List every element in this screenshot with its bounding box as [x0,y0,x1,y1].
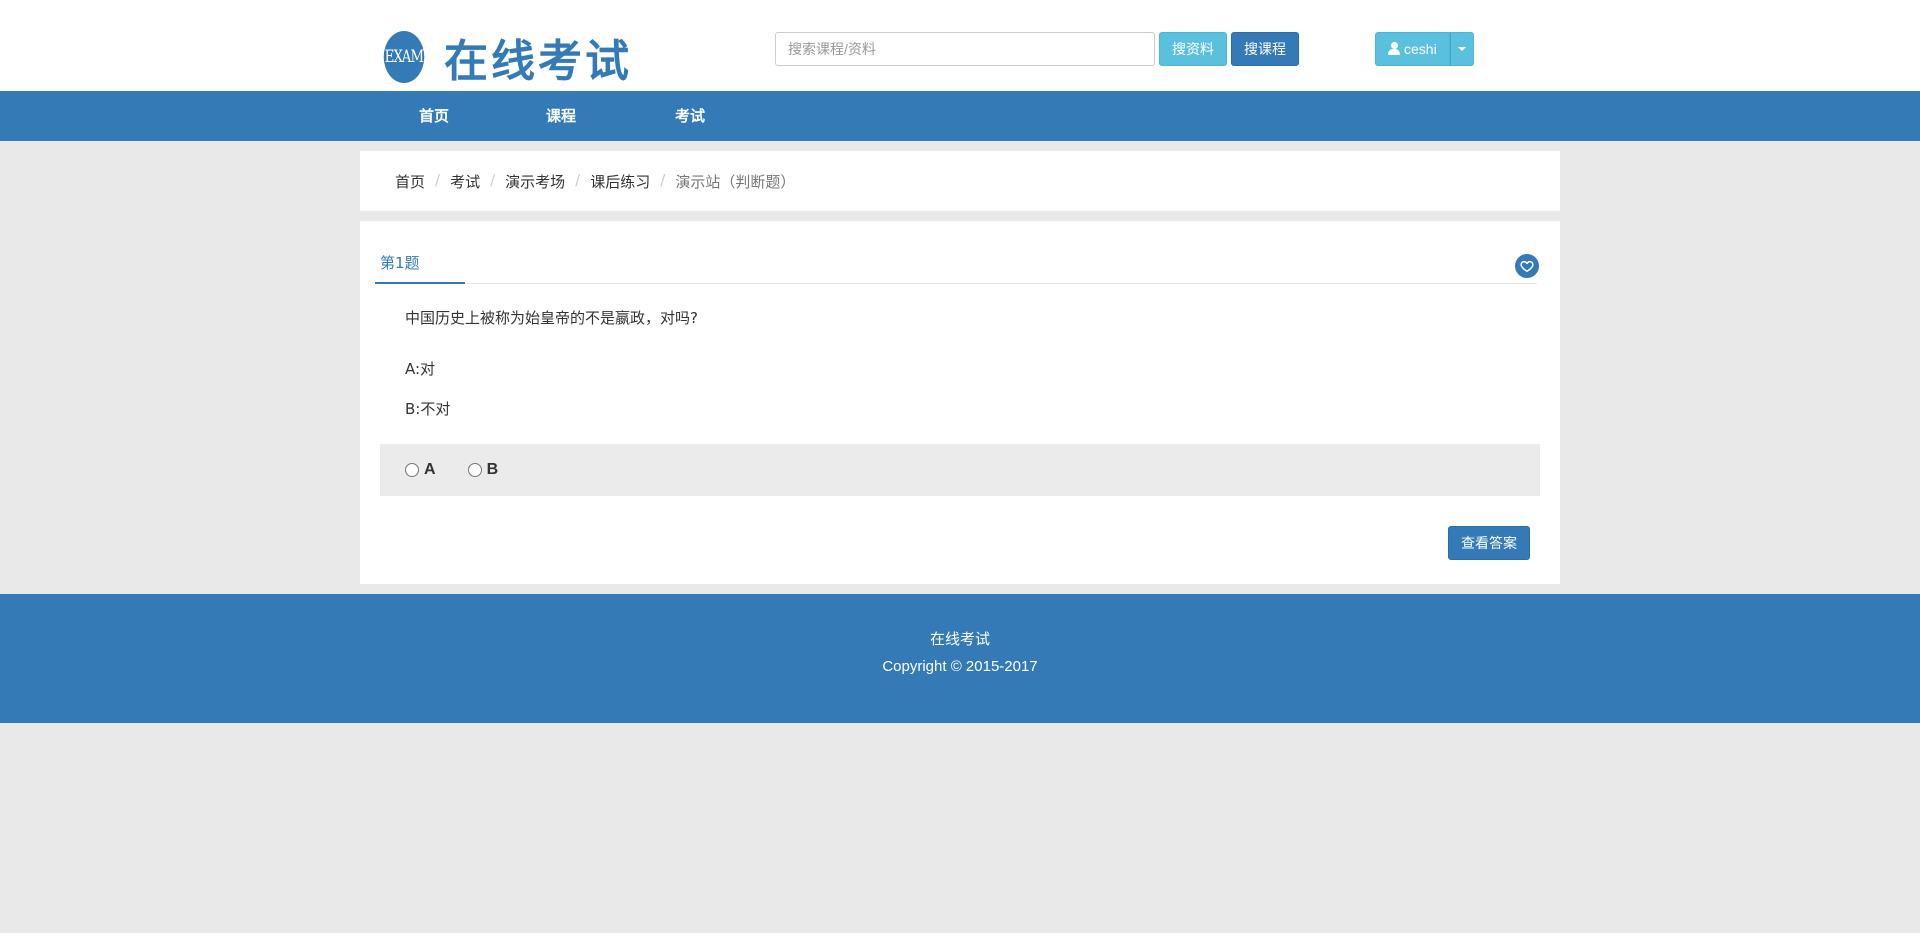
radio-b[interactable] [467,463,482,477]
user-icon [1388,42,1400,56]
username-label: ceshi [1404,41,1437,57]
breadcrumb-home[interactable]: 首页 [395,171,425,192]
answer-choice-label: B [486,461,499,478]
caret-down-icon [1457,47,1466,51]
site-logo[interactable]: EXAM 在线考试 [378,25,632,89]
question-header: 第1题 [375,251,1539,284]
breadcrumb-separator: / [435,171,441,189]
breadcrumb-exam-room[interactable]: 演示考场 [505,171,565,192]
view-answer-button[interactable]: 查看答案 [1448,526,1530,560]
option-b: B:不对 [405,400,451,418]
heart-icon[interactable] [1515,254,1539,278]
search-material-button[interactable]: 搜资料 [1159,32,1227,66]
breadcrumb-current: 演示站（判断题） [675,173,796,191]
search-input[interactable] [775,32,1155,66]
user-button[interactable]: ceshi [1375,32,1450,66]
site-title: 在线考试 [444,36,632,87]
search-course-button[interactable]: 搜课程 [1231,32,1299,66]
radio-a[interactable] [405,463,419,477]
logo-badge: EXAM [383,31,425,83]
question-panel: 第1题 中国历史上被称为始皇帝的不是嬴政，对吗? A:对 B:不对 A B 查看… [360,221,1560,584]
nav-item-exams[interactable]: 考试 [675,91,705,141]
site-footer: 在线考试 Copyright © 2015-2017 [0,594,1920,723]
footer-copyright: Copyright © 2015-2017 [882,658,1038,675]
answer-bar: A B [380,444,1540,496]
breadcrumb-practice[interactable]: 课后练习 [590,171,650,192]
question-number: 第1题 [375,251,465,284]
nav-item-courses[interactable]: 课程 [546,91,576,141]
breadcrumb-separator: / [660,171,666,189]
breadcrumb-exams[interactable]: 考试 [450,171,480,192]
nav-item-home[interactable]: 首页 [419,91,449,141]
answer-choice-label: A [424,461,436,478]
breadcrumb: 首页 / 考试 / 演示考场 / 课后练习 / 演示站（判断题） [395,171,795,192]
answer-choice-a[interactable]: A [405,461,436,479]
user-menu: ceshi [1375,32,1474,66]
footer-site-name: 在线考试 [929,630,990,648]
site-header: EXAM 在线考试 搜资料 搜课程 ceshi [0,0,1920,91]
answer-choice-b[interactable]: B [467,461,499,479]
breadcrumb-separator: / [575,171,581,189]
main-nav: 首页 课程 考试 [0,91,1920,141]
search-bar: 搜资料 搜课程 [775,32,1299,66]
question-text: 中国历史上被称为始皇帝的不是嬴政，对吗? [405,309,698,327]
user-dropdown-toggle[interactable] [1449,32,1474,66]
breadcrumb-panel: 首页 / 考试 / 演示考场 / 课后练习 / 演示站（判断题） [360,151,1560,211]
breadcrumb-separator: / [490,171,496,189]
option-a: A:对 [405,360,436,378]
